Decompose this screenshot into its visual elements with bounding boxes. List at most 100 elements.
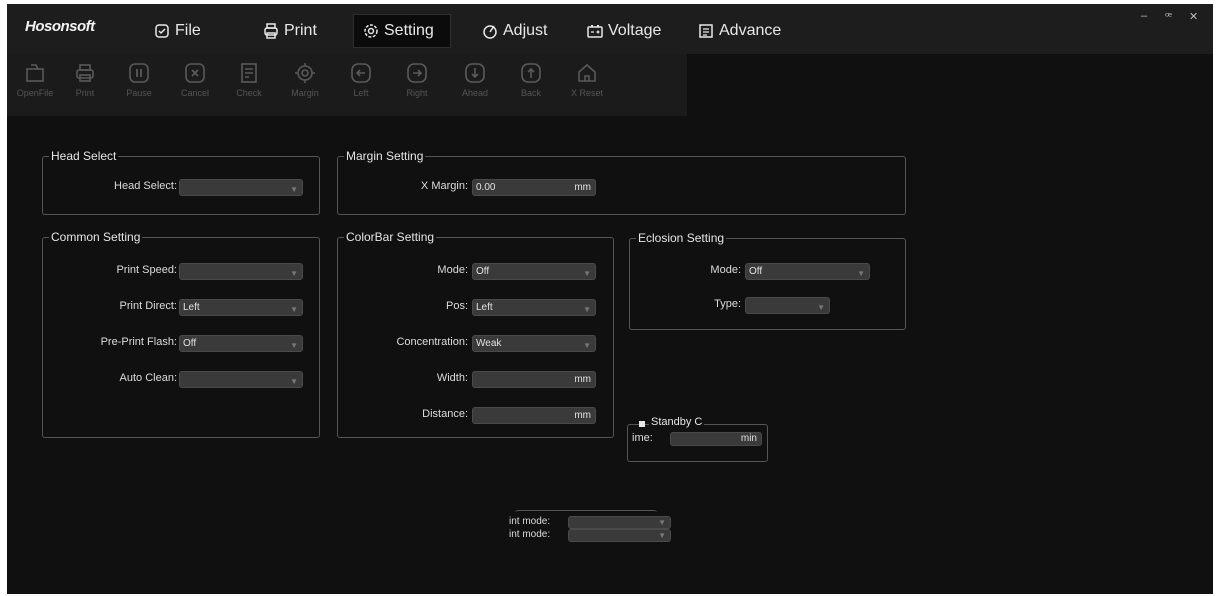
menu-advance[interactable]: Advance — [689, 14, 789, 48]
chevron-down-icon: ▼ — [290, 377, 298, 386]
menu-file[interactable]: File — [145, 14, 209, 48]
toolbar-left-label: Left — [353, 88, 369, 98]
menu-print[interactable]: Print — [254, 14, 325, 48]
menu-voltage-label: Voltage — [608, 22, 662, 39]
standby-time-unit: min — [740, 433, 757, 444]
print-mode-group: int mode: ▼ int mode: ▼ — [509, 510, 671, 542]
chevron-down-icon: ▼ — [290, 341, 298, 350]
chevron-down-icon: ▼ — [658, 531, 666, 540]
print-speed-dropdown[interactable]: ▼ — [179, 263, 303, 280]
chevron-down-icon: ▼ — [583, 269, 591, 278]
home-icon — [578, 63, 596, 82]
margin-icon — [295, 63, 315, 83]
toolbar-cancel-button[interactable]: Cancel — [167, 54, 223, 116]
toolbar-ahead-button[interactable]: Ahead — [447, 54, 503, 116]
eclosion-mode-value: Off — [749, 266, 763, 277]
eclosion-mode-label: Mode: — [710, 264, 741, 276]
toolbar-check-button[interactable]: Check — [221, 54, 277, 116]
chevron-down-icon: ▼ — [583, 341, 591, 350]
standby-group: Standby C ime: min — [627, 416, 768, 462]
colorbar-mode-dropdown[interactable]: Off ▼ — [472, 263, 596, 280]
head-select-dropdown[interactable]: ▼ — [179, 179, 303, 196]
toolbar-pause-button[interactable]: Pause — [111, 54, 167, 116]
menu-voltage[interactable]: Voltage — [578, 14, 669, 48]
menu-print-label: Print — [284, 22, 317, 39]
gear-icon — [364, 24, 378, 38]
chevron-down-icon: ▼ — [817, 303, 825, 312]
menu-adjust-label: Adjust — [503, 22, 548, 39]
eclosion-mode-dropdown[interactable]: Off ▼ — [745, 263, 870, 280]
colorbar-distance-label: Distance: — [422, 408, 468, 420]
minimize-button[interactable]: – — [1141, 10, 1147, 22]
auto-clean-label: Auto Clean: — [119, 372, 177, 384]
toolbar-back-button[interactable]: Back — [503, 54, 559, 116]
pre-print-flash-label: Pre-Print Flash: — [100, 336, 177, 348]
print-mode-dropdown-1[interactable]: ▼ — [568, 516, 671, 529]
toolbar-print-button[interactable]: Print — [57, 54, 113, 116]
arrow-up-icon — [521, 63, 541, 83]
common-setting-title: Common Setting — [49, 230, 143, 244]
colorbar-mode-value: Off — [476, 266, 490, 277]
chevron-down-icon: ▼ — [290, 269, 298, 278]
document-icon — [699, 24, 713, 38]
concentration-dropdown[interactable]: Weak ▼ — [472, 335, 596, 352]
colorbar-setting-title: ColorBar Setting — [344, 230, 437, 244]
print-mode-dropdown-2[interactable]: ▼ — [568, 529, 671, 542]
menu-adjust[interactable]: Adjust — [473, 14, 555, 48]
open-file-icon — [26, 64, 44, 82]
restore-button[interactable]: ꟹ — [1165, 10, 1172, 23]
toolbar-ahead-label: Ahead — [461, 88, 489, 98]
standby-time-label: ime: — [632, 432, 653, 444]
x-margin-unit: mm — [574, 182, 591, 193]
x-margin-label: X Margin: — [420, 180, 468, 192]
toolbar-openfile-label: OpenFile — [16, 88, 54, 98]
app-window: Hosonsoft File Print Setting Adjust Volt… — [7, 4, 1213, 594]
auto-clean-dropdown[interactable]: ▼ — [179, 371, 303, 388]
colorbar-distance-unit: mm — [574, 410, 591, 421]
close-button[interactable]: ✕ — [1189, 10, 1198, 23]
pause-icon — [129, 63, 149, 83]
chevron-down-icon: ▼ — [658, 518, 666, 527]
toolbar-right-label: Right — [406, 88, 428, 98]
print-mode-label-2: int mode: — [509, 529, 551, 540]
toolbar-margin-label: Margin — [291, 88, 319, 98]
toolbar-right-button[interactable]: Right — [389, 54, 445, 116]
toolbar-check-label: Check — [236, 88, 262, 98]
colorbar-width-unit: mm — [574, 374, 591, 385]
margin-setting-title: Margin Setting — [344, 149, 426, 163]
standby-time-field[interactable]: min — [670, 432, 762, 446]
head-select-group: Head Select Head Select: ▼ — [42, 149, 320, 215]
colorbar-setting-group: ColorBar Setting Mode: Off ▼ Pos: Left ▼… — [337, 230, 614, 438]
print-direct-label: Print Direct: — [119, 300, 177, 312]
head-select-label: Head Select: — [114, 180, 177, 192]
colorbar-width-field[interactable]: mm — [472, 371, 596, 388]
eclosion-type-dropdown[interactable]: ▼ — [745, 297, 830, 314]
standby-checkbox[interactable] — [639, 421, 645, 427]
eclosion-type-label: Type: — [714, 298, 741, 310]
pre-print-flash-dropdown[interactable]: Off ▼ — [179, 335, 303, 352]
toolbar-xreset-button[interactable]: X Reset — [559, 54, 615, 116]
cancel-icon — [185, 63, 205, 83]
colorbar-pos-dropdown[interactable]: Left ▼ — [472, 299, 596, 316]
x-margin-field[interactable]: 0.00 mm — [472, 179, 596, 196]
menu-setting-label: Setting — [384, 22, 434, 39]
chevron-down-icon: ▼ — [290, 305, 298, 314]
toolbar-margin-button[interactable]: Margin — [277, 54, 333, 116]
print-speed-label: Print Speed: — [116, 264, 177, 276]
print-direct-dropdown[interactable]: Left ▼ — [179, 299, 303, 316]
concentration-value: Weak — [476, 338, 502, 349]
toolbar-left-button[interactable]: Left — [333, 54, 389, 116]
arrow-down-icon — [465, 63, 485, 83]
colorbar-pos-label: Pos: — [445, 300, 468, 312]
menu-setting[interactable]: Setting — [353, 14, 451, 48]
standby-title: Standby C — [649, 416, 705, 428]
print-direct-value: Left — [183, 302, 200, 313]
toolbar-back-label: Back — [520, 88, 541, 98]
colorbar-distance-field[interactable]: mm — [472, 407, 596, 424]
toolbar-openfile-button[interactable]: OpenFile — [7, 54, 63, 116]
toolbar: OpenFile Print Pause Cancel Check Margin… — [7, 54, 687, 116]
head-select-title: Head Select — [49, 149, 119, 163]
chevron-down-icon: ▼ — [583, 305, 591, 314]
arrow-right-icon — [407, 63, 427, 83]
file-icon — [155, 24, 169, 38]
